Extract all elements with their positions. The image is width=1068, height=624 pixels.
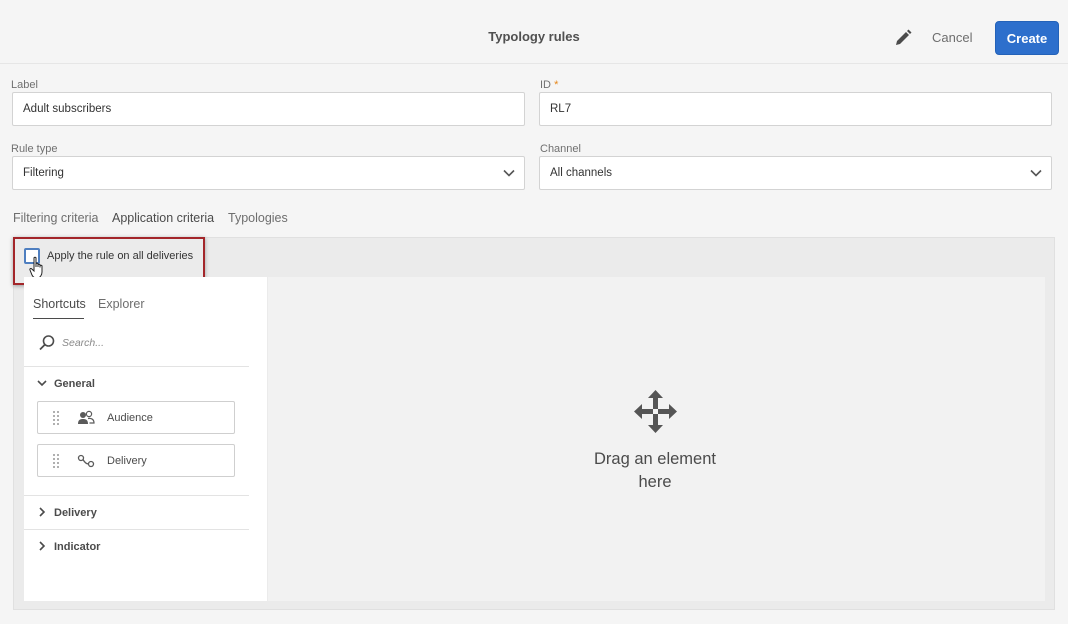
channel-select[interactable]: All channels xyxy=(539,156,1052,190)
create-button[interactable]: Create xyxy=(995,21,1059,55)
group-indicator[interactable]: Indicator xyxy=(36,540,100,553)
search-input[interactable]: Search... xyxy=(62,337,104,349)
tab-filtering-criteria[interactable]: Filtering criteria xyxy=(13,211,98,225)
group-delivery[interactable]: Delivery xyxy=(36,506,97,519)
id-field-label: ID * xyxy=(540,79,558,91)
drag-handle-icon[interactable] xyxy=(53,454,59,469)
tab-explorer[interactable]: Explorer xyxy=(98,297,145,311)
drop-text-line1: Drag an element xyxy=(594,450,716,468)
rule-type-select[interactable]: Filtering xyxy=(12,156,525,190)
id-input[interactable]: RL7 xyxy=(539,92,1052,126)
tab-typologies[interactable]: Typologies xyxy=(228,211,288,225)
apply-all-label[interactable]: Apply the rule on all deliveries xyxy=(47,250,193,262)
divider xyxy=(24,495,249,496)
label-input[interactable]: Adult subscribers xyxy=(12,92,525,126)
group-general-label: General xyxy=(54,378,95,390)
move-icon xyxy=(634,390,677,433)
divider xyxy=(24,366,249,367)
rule-type-label: Rule type xyxy=(11,143,58,155)
shortcut-delivery-label: Delivery xyxy=(107,455,147,467)
edit-pencil-icon[interactable] xyxy=(893,28,913,48)
shortcut-audience[interactable]: Audience xyxy=(37,401,235,434)
shortcut-audience-label: Audience xyxy=(107,412,153,424)
label-field-label: Label xyxy=(11,79,38,91)
drop-zone[interactable] xyxy=(268,277,1045,601)
top-bar: Typology rules Cancel Create xyxy=(0,0,1068,64)
tab-application-criteria[interactable]: Application criteria xyxy=(112,211,214,225)
chevron-down-icon xyxy=(37,380,47,387)
chevron-down-icon xyxy=(1030,169,1042,177)
search-icon xyxy=(39,335,55,351)
chevron-right-icon xyxy=(39,507,46,517)
group-delivery-label: Delivery xyxy=(54,507,97,519)
drop-text-line2: here xyxy=(638,473,672,491)
active-tab-underline xyxy=(33,318,84,319)
delivery-icon xyxy=(77,454,95,468)
chevron-right-icon xyxy=(39,541,46,551)
rule-type-value: Filtering xyxy=(23,167,64,179)
divider xyxy=(24,529,249,530)
chevron-down-icon xyxy=(503,169,515,177)
channel-label: Channel xyxy=(540,143,581,155)
channel-value: All channels xyxy=(550,167,613,179)
group-indicator-label: Indicator xyxy=(54,541,101,553)
drag-handle-icon[interactable] xyxy=(53,411,59,426)
cancel-button[interactable]: Cancel xyxy=(926,28,978,48)
drop-zone-text: Drag an element here xyxy=(555,448,755,494)
id-label-text: ID xyxy=(540,79,551,91)
required-mark: * xyxy=(554,79,559,91)
tab-shortcuts[interactable]: Shortcuts xyxy=(33,297,86,311)
audience-icon xyxy=(78,410,95,424)
shortcut-delivery[interactable]: Delivery xyxy=(37,444,235,477)
group-general[interactable]: General xyxy=(36,377,95,390)
